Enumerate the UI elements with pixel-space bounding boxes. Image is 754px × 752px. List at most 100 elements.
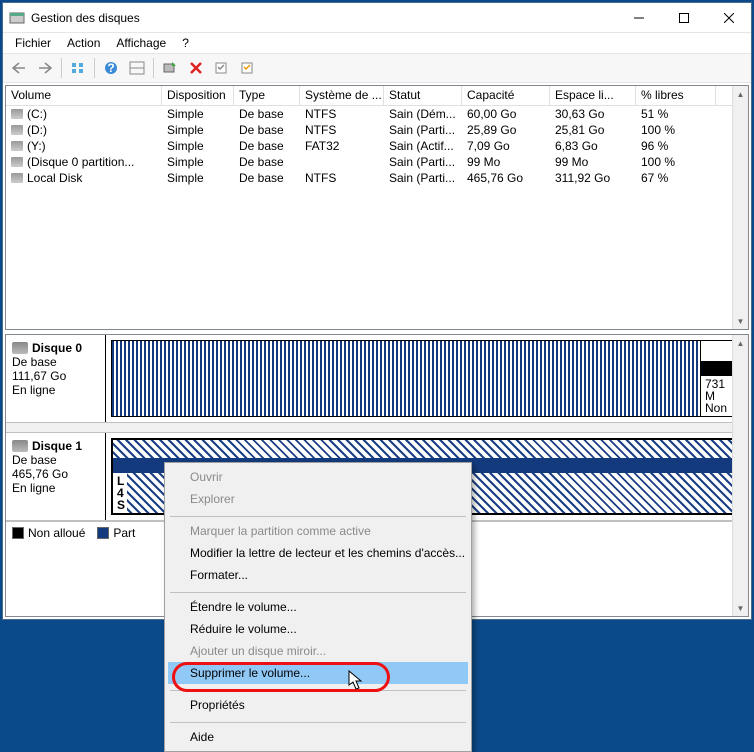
swatch-blue [97, 527, 109, 539]
ctx-help[interactable]: Aide [168, 726, 468, 748]
ctx-separator [170, 586, 466, 593]
ctx-format[interactable]: Formater... [168, 564, 468, 586]
volume-row[interactable]: (C:)SimpleDe baseNTFSSain (Dém...60,00 G… [6, 106, 748, 122]
app-icon [9, 10, 25, 26]
ctx-letter[interactable]: Modifier la lettre de lecteur et les che… [168, 542, 468, 564]
volume-list-pane: Volume Disposition Type Système de ... S… [5, 85, 749, 330]
volume-icon [11, 109, 23, 119]
cell-pct: 100 % [636, 154, 716, 170]
col-systeme[interactable]: Système de ... [300, 86, 384, 105]
toolbar-separator [153, 58, 154, 78]
ctx-props[interactable]: Propriétés [168, 694, 468, 716]
toolbar-separator [61, 58, 62, 78]
cell-free: 25,81 Go [550, 122, 636, 138]
properties-button[interactable] [236, 56, 260, 80]
cell-pct: 51 % [636, 106, 716, 122]
settings-button[interactable] [210, 56, 234, 80]
cell-type: De base [234, 138, 300, 154]
cell-vol: (C:) [6, 106, 162, 122]
cell-type: De base [234, 170, 300, 186]
menu-help[interactable]: ? [174, 34, 197, 52]
cell-disp: Simple [162, 122, 234, 138]
scroll-up-icon[interactable]: ▲ [733, 335, 748, 351]
svg-text:?: ? [107, 61, 114, 75]
ctx-mark: Marquer la partition comme active [168, 520, 468, 542]
cell-vol: (Disque 0 partition... [6, 154, 162, 170]
disk-type: De base [12, 355, 99, 369]
col-volume[interactable]: Volume [6, 86, 162, 105]
disk-row-0: Disque 0 De base 111,67 Go En ligne 731 … [6, 335, 748, 423]
volume-row[interactable]: (D:)SimpleDe baseNTFSSain (Parti...25,89… [6, 122, 748, 138]
help-button[interactable]: ? [99, 56, 123, 80]
cell-disp: Simple [162, 154, 234, 170]
cell-cap: 465,76 Go [462, 170, 550, 186]
cell-cap: 60,00 Go [462, 106, 550, 122]
cell-type: De base [234, 122, 300, 138]
cell-fs: NTFS [300, 122, 384, 138]
ctx-mirror: Ajouter un disque miroir... [168, 640, 468, 662]
col-libres[interactable]: % libres [636, 86, 716, 105]
cell-disp: Simple [162, 138, 234, 154]
cell-stat: Sain (Parti... [384, 154, 462, 170]
ctx-shrink[interactable]: Réduire le volume... [168, 618, 468, 640]
cell-vol: (Y:) [6, 138, 162, 154]
scroll-down-icon[interactable]: ▼ [733, 600, 748, 616]
toolbar-separator [94, 58, 95, 78]
cell-fs: NTFS [300, 170, 384, 186]
volume-row[interactable]: (Y:)SimpleDe baseFAT32Sain (Actif...7,09… [6, 138, 748, 154]
cell-pct: 67 % [636, 170, 716, 186]
disk-partitions-0: 731 M Non [106, 335, 748, 422]
cell-free: 99 Mo [550, 154, 636, 170]
partition[interactable] [111, 340, 701, 417]
disk-info-1[interactable]: Disque 1 De base 465,76 Go En ligne [6, 433, 106, 520]
ctx-separator [170, 684, 466, 691]
volume-row[interactable]: (Disque 0 partition...SimpleDe base Sain … [6, 154, 748, 170]
graphic-scrollbar[interactable]: ▲ ▼ [732, 335, 748, 616]
cell-fs [300, 154, 384, 170]
col-statut[interactable]: Statut [384, 86, 462, 105]
cell-free: 311,92 Go [550, 170, 636, 186]
list-scrollbar[interactable]: ▲ ▼ [732, 86, 748, 329]
delete-button[interactable] [184, 56, 208, 80]
volume-list-header: Volume Disposition Type Système de ... S… [6, 86, 748, 106]
maximize-button[interactable] [661, 3, 706, 33]
cell-fs: NTFS [300, 106, 384, 122]
partition-labels: L 4 S [113, 473, 127, 513]
show-hide-button[interactable] [125, 56, 149, 80]
minimize-button[interactable] [616, 3, 661, 33]
disk-divider [6, 423, 748, 433]
ctx-delete[interactable]: Supprimer le volume... [168, 662, 468, 684]
disk-status: En ligne [12, 383, 99, 397]
volume-row[interactable]: Local DiskSimpleDe baseNTFSSain (Parti..… [6, 170, 748, 186]
ctx-extend[interactable]: Étendre le volume... [168, 596, 468, 618]
col-espace[interactable]: Espace li... [550, 86, 636, 105]
forward-button[interactable] [33, 56, 57, 80]
menu-view[interactable]: Affichage [108, 34, 174, 52]
menu-action[interactable]: Action [59, 34, 108, 52]
col-disposition[interactable]: Disposition [162, 86, 234, 105]
cell-stat: Sain (Parti... [384, 170, 462, 186]
col-capacite[interactable]: Capacité [462, 86, 550, 105]
volume-icon [11, 173, 23, 183]
menu-file[interactable]: Fichier [7, 34, 59, 52]
cell-stat: Sain (Actif... [384, 138, 462, 154]
disk-status: En ligne [12, 481, 99, 495]
back-button[interactable] [7, 56, 31, 80]
partition-status-label: S [117, 498, 125, 512]
legend-primary: Part [97, 526, 135, 540]
disk-info-0[interactable]: Disque 0 De base 111,67 Go En ligne [6, 335, 106, 422]
scroll-up-icon[interactable]: ▲ [733, 86, 748, 102]
scroll-down-icon[interactable]: ▼ [733, 313, 748, 329]
refresh-button[interactable] [158, 56, 182, 80]
toolbar: ? [3, 53, 751, 83]
col-type[interactable]: Type [234, 86, 300, 105]
titlebar: Gestion des disques [3, 3, 751, 33]
view-icons-button[interactable] [66, 56, 90, 80]
disk-size: 111,67 Go [12, 369, 99, 383]
close-button[interactable] [706, 3, 751, 33]
cell-pct: 100 % [636, 122, 716, 138]
cell-type: De base [234, 154, 300, 170]
cell-disp: Simple [162, 106, 234, 122]
menubar: Fichier Action Affichage ? [3, 33, 751, 53]
disk-type: De base [12, 453, 99, 467]
